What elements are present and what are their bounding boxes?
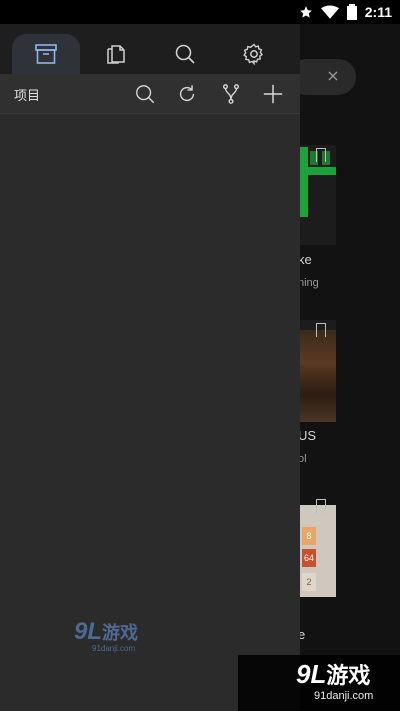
clear-icon[interactable]: × (326, 66, 340, 86)
refresh-button[interactable] (175, 82, 199, 106)
status-time: 2:11 (364, 4, 392, 20)
battery-icon (346, 4, 357, 20)
watermark-logo: 9L游戏 91danji.com (296, 659, 374, 702)
wifi-icon (320, 5, 339, 19)
navigation-drawer: 项目 (0, 24, 300, 711)
tab-search[interactable] (151, 34, 219, 74)
game-thumbnail: 8 64 2 (300, 505, 336, 597)
toolbar-title: 项目 (14, 89, 41, 104)
add-button[interactable] (261, 82, 285, 106)
status-bar: 2:11 (0, 0, 400, 24)
toolbar-search-button[interactable] (133, 82, 157, 106)
drawer-toolbar: 项目 (0, 74, 300, 114)
fork-button[interactable] (219, 82, 243, 106)
tile: 2 (302, 573, 316, 591)
drawer-tab-bar (0, 24, 300, 74)
bookmark-icon[interactable] (316, 499, 326, 513)
tab-archive[interactable] (12, 34, 80, 74)
card-subtitle: ning (298, 277, 319, 289)
search-icon (136, 85, 155, 104)
tile: 8 (302, 527, 316, 545)
plus-icon (263, 84, 283, 104)
card-title: US (298, 428, 317, 443)
star-icon (299, 6, 312, 18)
search-icon (175, 44, 195, 64)
card-title: ke (298, 252, 312, 267)
tab-files[interactable] (82, 34, 150, 74)
gear-icon (243, 43, 263, 66)
archive-icon (35, 44, 57, 64)
refresh-icon (179, 85, 195, 102)
tab-settings[interactable] (220, 34, 288, 74)
project-list (0, 114, 300, 711)
bookmark-icon[interactable] (316, 323, 326, 337)
game-thumbnail (300, 330, 336, 422)
bookmark-icon[interactable] (316, 148, 326, 162)
watermark-logo: 9L游戏 91danji.com (74, 618, 139, 653)
fork-icon (222, 84, 240, 104)
tile: 64 (302, 549, 316, 567)
copy-files-icon (107, 45, 125, 64)
